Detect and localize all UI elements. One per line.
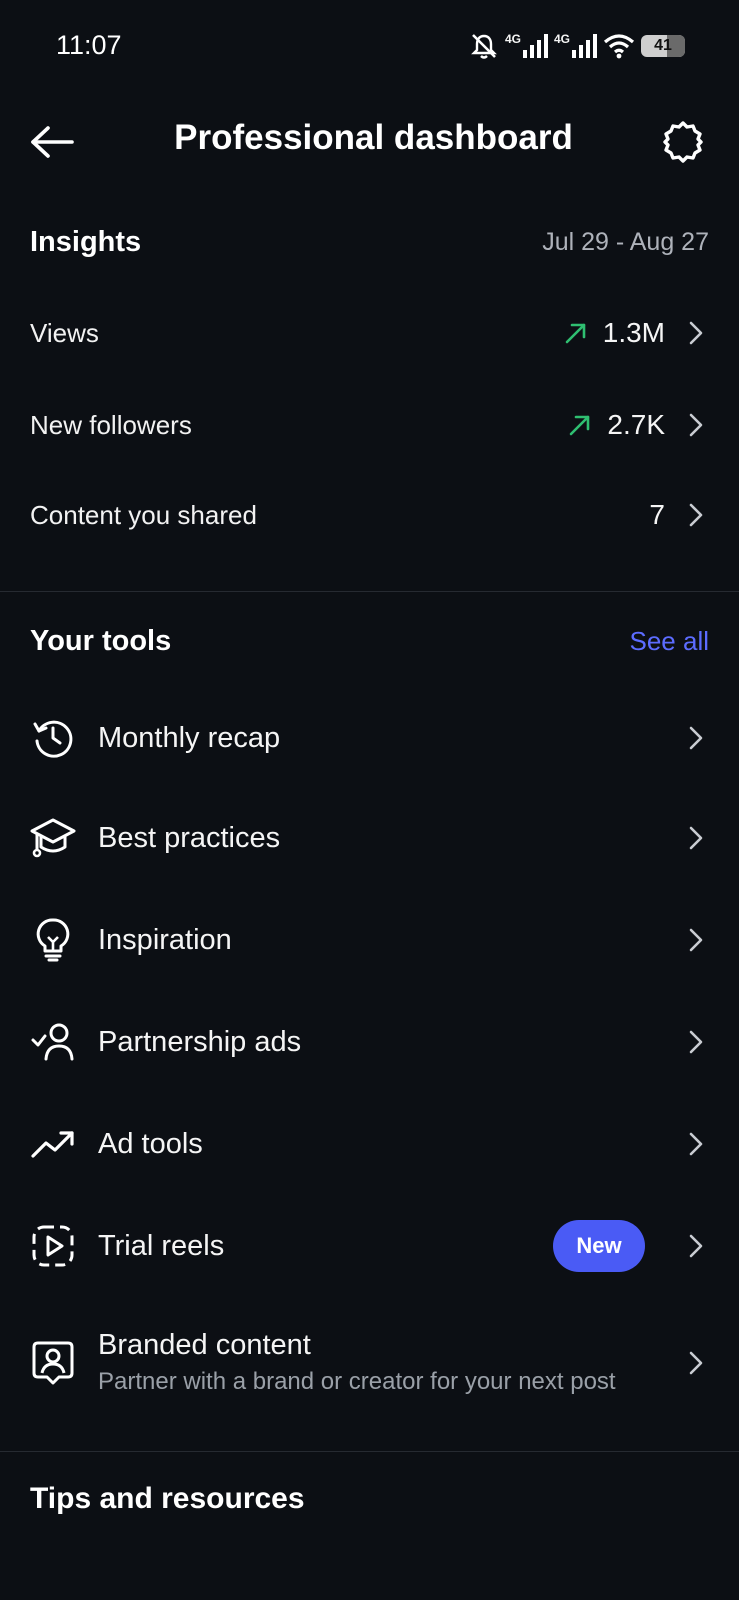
trending-up-icon — [30, 1121, 76, 1167]
metric-row-views[interactable]: Views 1.3M — [0, 288, 739, 378]
metric-value: 7 — [649, 499, 665, 530]
chevron-right-icon — [683, 825, 709, 851]
gear-icon — [663, 121, 703, 163]
metric-value: 2.7K — [607, 409, 665, 440]
insights-title: Insights — [30, 225, 142, 258]
tool-label: Inspiration — [98, 923, 232, 956]
chevron-right-icon — [683, 725, 709, 751]
metric-label: New followers — [30, 409, 192, 440]
tool-subtitle: Partner with a brand or creator for your… — [98, 1368, 616, 1395]
metric-label: Views — [30, 317, 99, 348]
status-bar: 11:07 4G 4G 41 — [0, 0, 739, 92]
tool-monthly-recap[interactable]: Monthly recap — [0, 688, 739, 788]
tool-label: Ad tools — [98, 1127, 203, 1160]
metric-row-new-followers[interactable]: New followers 2.7K — [0, 380, 739, 470]
tool-inspiration[interactable]: Inspiration — [0, 890, 739, 990]
tools-title: Your tools — [30, 624, 172, 657]
trend-up-arrow-icon — [565, 323, 586, 344]
new-badge: New — [553, 1220, 645, 1272]
network-type-label: 4G — [504, 32, 521, 46]
date-range[interactable]: Jul 29 - Aug 27 — [542, 228, 709, 257]
battery-level: 41 — [654, 37, 672, 54]
tool-ad-tools[interactable]: Ad tools — [0, 1094, 739, 1194]
section-divider — [0, 1451, 739, 1452]
tool-label: Best practices — [98, 821, 281, 854]
insights-header: Insights Jul 29 - Aug 27 — [30, 222, 709, 262]
page-title: Professional dashboard — [174, 118, 573, 157]
trend-up-arrow-icon — [570, 415, 590, 436]
status-time: 11:07 — [56, 30, 122, 60]
network-type-label-2: 4G — [553, 32, 570, 46]
battery-icon: 41 — [641, 35, 685, 57]
tool-label: Trial reels — [98, 1229, 225, 1262]
signal-icon-2: 4G — [554, 32, 597, 60]
metric-value: 1.3M — [602, 317, 665, 348]
chevron-right-icon — [683, 412, 709, 438]
section-divider — [0, 591, 739, 592]
tool-label: Monthly recap — [98, 721, 281, 754]
tools-header: Your tools See all — [30, 620, 709, 662]
tips-title: Tips and resources — [30, 1482, 305, 1515]
header: Professional dashboard — [0, 92, 739, 192]
chevron-right-icon — [683, 1233, 709, 1259]
chevron-right-icon — [683, 1131, 709, 1157]
chevron-right-icon — [683, 502, 709, 528]
chevron-right-icon — [683, 1029, 709, 1055]
see-all-link[interactable]: See all — [630, 626, 710, 657]
tool-branded-content[interactable]: Branded content Partner with a brand or … — [0, 1306, 739, 1420]
wifi-icon — [603, 33, 635, 59]
signal-icon: 4G — [505, 32, 548, 60]
metric-row-content-shared[interactable]: Content you shared 7 — [0, 470, 739, 560]
tool-best-practices[interactable]: Best practices — [0, 788, 739, 888]
graduation-cap-icon — [30, 815, 76, 861]
chevron-right-icon — [683, 927, 709, 953]
lightbulb-icon — [30, 917, 76, 963]
chevron-right-icon — [683, 320, 709, 346]
chevron-right-icon — [683, 1350, 709, 1376]
person-check-icon — [30, 1019, 76, 1065]
tool-label: Partnership ads — [98, 1025, 302, 1058]
settings-button[interactable] — [655, 114, 711, 170]
history-clock-icon — [30, 715, 76, 761]
reel-play-icon — [30, 1223, 76, 1269]
metric-label: Content you shared — [30, 499, 257, 530]
tool-label: Branded content — [98, 1329, 311, 1361]
branded-person-icon — [30, 1340, 76, 1386]
status-icons: 4G 4G 41 — [469, 30, 685, 62]
tool-trial-reels[interactable]: Trial reels New — [0, 1196, 739, 1296]
mute-bell-icon — [469, 31, 499, 61]
tool-partnership-ads[interactable]: Partnership ads — [0, 992, 739, 1092]
